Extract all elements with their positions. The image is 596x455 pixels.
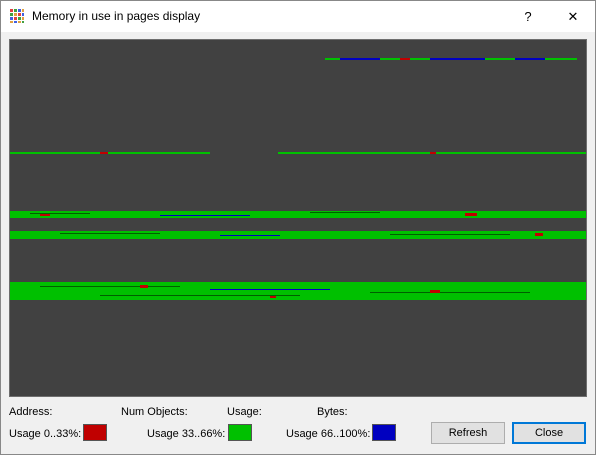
address-heading: Address: [9,406,53,418]
memory-band-red [430,152,436,154]
usage-high-label: Usage 66..100%: [286,428,371,440]
dialog-window: Memory in use in pages display ? ✕ Addre… [0,0,596,455]
num-objects-heading: Num Objects: [121,406,188,418]
memory-band [10,282,586,300]
memory-band-dark [390,234,510,235]
memory-band-red [270,296,276,298]
memory-pages-display[interactable] [9,39,587,397]
memory-band-blue [160,215,250,216]
memory-band-blue [340,58,380,60]
memory-band-blue [430,58,485,60]
memory-band-dark [100,295,300,296]
memory-band-red [430,290,440,293]
help-button[interactable]: ? [506,1,550,32]
usage-high-swatch [372,424,396,441]
memory-band-blue [210,289,330,290]
memory-band-dark [370,292,530,293]
title-bar[interactable]: Memory in use in pages display ? ✕ [1,1,595,32]
memory-band-red [465,213,477,216]
memory-band-dark [40,286,180,287]
close-button[interactable]: Close [512,422,586,444]
memory-band-blue [515,58,545,60]
memory-band-red [140,285,148,288]
usage-low-label: Usage 0..33%: [9,428,82,440]
memory-band-red [40,214,50,216]
memory-band [10,152,210,154]
memory-band-dark [60,233,160,234]
close-window-button[interactable]: ✕ [551,1,595,32]
memory-map-canvas [10,58,586,300]
memory-band-dark [310,212,380,213]
memory-band [10,211,586,218]
memory-band-blue [220,235,280,236]
bytes-heading: Bytes: [317,406,348,418]
window-title: Memory in use in pages display [32,9,201,23]
usage-low-swatch [83,424,107,441]
usage-mid-swatch [228,424,252,441]
usage-heading: Usage: [227,406,262,418]
memory-band-dark [30,213,90,214]
memory-band-red [535,233,543,236]
memory-band-red [400,58,410,60]
usage-mid-label: Usage 33..66%: [147,428,226,440]
memory-band-red [100,152,108,154]
app-grid-icon [10,9,24,23]
refresh-button[interactable]: Refresh [431,422,505,444]
